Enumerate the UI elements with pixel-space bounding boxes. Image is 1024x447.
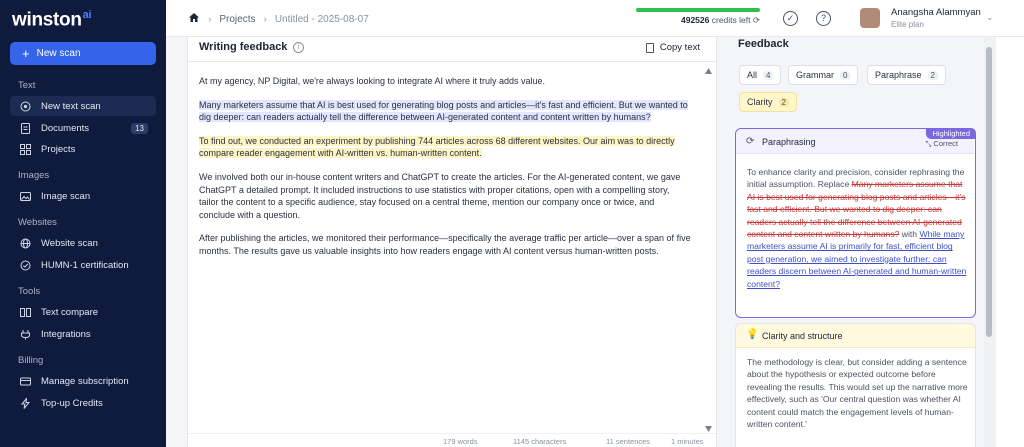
scrollbar-thumb[interactable] [986, 47, 992, 337]
section-tools-label: Tools [18, 286, 41, 297]
right-gutter [996, 37, 1024, 447]
user-plan: Elite plan [891, 20, 924, 29]
suggestion-text: The methodology is clear, but consider a… [747, 357, 968, 430]
highlighted-badge: Highlighted [926, 128, 976, 139]
paragraph-highlight-clarity[interactable]: To find out, we conducted an experiment … [199, 135, 691, 160]
chevron-right-icon: › [208, 13, 212, 25]
help-icon[interactable]: ? [816, 11, 831, 26]
word-count: 179 words [443, 437, 478, 446]
sentence-count: 11 sentences [606, 437, 651, 446]
target-icon [20, 101, 31, 112]
chevron-right-icon: › [263, 13, 267, 25]
credits-suffix: credits left [711, 15, 751, 25]
character-count: 1145 characters [513, 437, 567, 446]
filter-paraphrase[interactable]: Paraphrase 2 [867, 65, 946, 85]
correct-button[interactable]: ⤡ Correct [925, 139, 958, 149]
avatar[interactable] [860, 8, 880, 28]
feedback-scrollbar[interactable] [984, 37, 996, 447]
bolt-icon [20, 396, 31, 409]
sidebar-item-image-scan[interactable]: Image scan [10, 186, 156, 206]
copy-text-button[interactable]: Copy text [645, 42, 700, 53]
document-icon [20, 122, 31, 134]
user-name: Anangsha Alammyan [891, 7, 981, 18]
sidebar-item-topup-credits[interactable]: Top-up Credits [10, 393, 156, 413]
paragraph: After publishing the articles, we monito… [199, 233, 691, 256]
winston-logo[interactable]: winstonai [12, 9, 92, 31]
writing-scrollbar[interactable] [704, 64, 713, 436]
sidebar-item-website-scan[interactable]: Website scan [10, 233, 156, 253]
sidebar-item-integrations[interactable]: Integrations [10, 324, 156, 344]
sidebar: winstonai + New scan Text New text scan D… [0, 0, 166, 447]
credits-meter: 492526 credits left ⟳ [636, 8, 760, 26]
sidebar-item-new-text-scan[interactable]: New text scan [10, 96, 156, 116]
section-billing-label: Billing [18, 355, 44, 366]
documents-count-badge: 13 [131, 122, 148, 134]
new-scan-button[interactable]: + New scan [10, 42, 156, 65]
refresh-icon: ⟳ [746, 136, 755, 147]
suggestion-text: To enhance clarity and precision, consid… [747, 167, 967, 289]
filter-grammar[interactable]: Grammar 0 [788, 65, 859, 85]
compare-icon [20, 307, 31, 318]
section-images-label: Images [18, 170, 50, 181]
feedback-panel: Feedback All 4 Grammar 0 Paraphrase 2 Clari… [728, 37, 994, 447]
card-icon [20, 376, 31, 387]
stats-footer: 179 words 1145 characters 11 sentences 1… [188, 433, 716, 447]
card-title: Paraphrasing [762, 137, 816, 147]
globe-icon [20, 238, 31, 249]
card-title: Clarity and structure [762, 331, 843, 341]
breadcrumb-document: Untitled - 2025-08-07 [274, 13, 369, 25]
section-websites-label: Websites [18, 217, 57, 228]
home-icon[interactable] [188, 12, 200, 26]
writing-header: Writing feedback i Copy text [188, 37, 716, 62]
info-icon[interactable]: i [293, 42, 304, 53]
credits-bar [636, 8, 760, 12]
reading-time: 1 minutes [671, 437, 704, 446]
sidebar-item-text-compare[interactable]: Text compare [10, 302, 156, 322]
sidebar-item-manage-subscription[interactable]: Manage subscription [10, 371, 156, 391]
paragraph-highlight-paraphrase[interactable]: Many marketers assume that AI is best us… [199, 99, 691, 124]
card-header: 💡 Clarity and structure [736, 324, 975, 348]
refresh-icon[interactable]: ⟳ [753, 15, 760, 25]
shield-check-icon[interactable]: ✓ [783, 11, 798, 26]
paragraph: At my agency, NP Digital, we're always l… [199, 76, 546, 86]
writing-title: Writing feedback [199, 41, 288, 53]
clarity-suggestion-card[interactable]: 💡 Clarity and structure The methodology … [735, 323, 976, 447]
plus-icon: + [22, 46, 30, 61]
paraphrasing-suggestion-card[interactable]: ⟳ Paraphrasing ⤡ Correct Highlighted To … [735, 128, 976, 318]
filter-all[interactable]: All 4 [739, 65, 782, 85]
sidebar-item-projects[interactable]: Projects [10, 139, 156, 159]
chevron-down-icon[interactable]: ⌄ [986, 12, 994, 23]
top-bar: › Projects › Untitled - 2025-08-07 49252… [166, 0, 1024, 37]
image-icon [20, 191, 31, 202]
document-text[interactable]: At my agency, NP Digital, we're always l… [199, 75, 691, 269]
check-circle-icon [20, 260, 31, 271]
breadcrumb: › Projects › Untitled - 2025-08-07 [188, 12, 369, 26]
sidebar-item-humn-certification[interactable]: HUMN-1 certification [10, 255, 156, 275]
copy-icon [645, 42, 654, 53]
credits-value: 492526 [681, 15, 710, 25]
feedback-title: Feedback [738, 38, 789, 50]
plug-icon [20, 329, 31, 340]
paragraph: We involved both our in-house content wr… [199, 171, 681, 220]
section-text-label: Text [18, 80, 36, 91]
lightbulb-icon: 💡 [746, 329, 759, 340]
filter-clarity[interactable]: Clarity 2 [739, 92, 797, 112]
writing-panel: Writing feedback i Copy text At my agenc… [187, 37, 717, 447]
breadcrumb-projects[interactable]: Projects [219, 14, 255, 25]
sidebar-item-documents[interactable]: Documents 13 [10, 118, 156, 138]
grid-icon [20, 143, 31, 155]
